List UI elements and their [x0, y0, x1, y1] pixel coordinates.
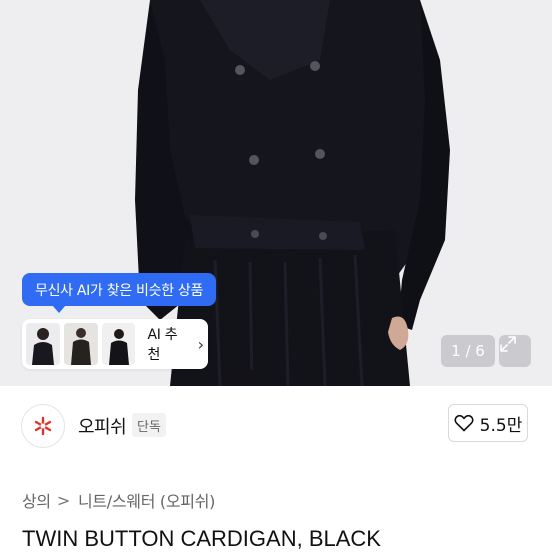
chevron-right-icon: ›	[197, 334, 205, 354]
ai-recommend-card[interactable]: AI 추천 ›	[22, 319, 208, 369]
image-counter: 1 / 6	[441, 335, 495, 367]
recommend-thumbnail[interactable]	[26, 323, 60, 365]
brand-name[interactable]: 오피쉬	[78, 413, 127, 439]
asterisk-flower-logo-icon	[34, 416, 52, 436]
recommend-thumbnail[interactable]	[101, 323, 136, 365]
expand-icon[interactable]	[499, 335, 531, 367]
recommend-thumbnail[interactable]	[63, 323, 98, 365]
ai-similar-products-tooltip[interactable]: 무신사 AI가 찾은 비슷한 상품	[22, 273, 217, 313]
product-image[interactable]: 무신사 AI가 찾은 비슷한 상품 AI 추천 › 1 / 6	[0, 0, 552, 386]
breadcrumb-item-category[interactable]: 상의	[22, 488, 51, 512]
exclusive-badge: 단독	[132, 413, 166, 437]
breadcrumb-item-subcategory[interactable]: 니트/스웨터 (오피쉬)	[78, 488, 215, 512]
like-button[interactable]: 5.5만	[448, 404, 528, 442]
product-title: TWIN BUTTON CARDIGAN, BLACK	[22, 526, 381, 551]
brand-row: 오피쉬 단독 5.5만	[0, 386, 552, 462]
ai-recommend-label: AI 추천	[147, 327, 178, 363]
brand-logo[interactable]	[21, 404, 65, 448]
breadcrumb: 상의 > 니트/스웨터 (오피쉬)	[22, 488, 215, 512]
like-count: 5.5만	[479, 415, 523, 436]
heart-outline-icon	[454, 414, 474, 432]
ai-bubble-text: 무신사 AI가 찾은 비슷한 상품	[35, 282, 204, 299]
breadcrumb-separator: >	[56, 490, 70, 510]
